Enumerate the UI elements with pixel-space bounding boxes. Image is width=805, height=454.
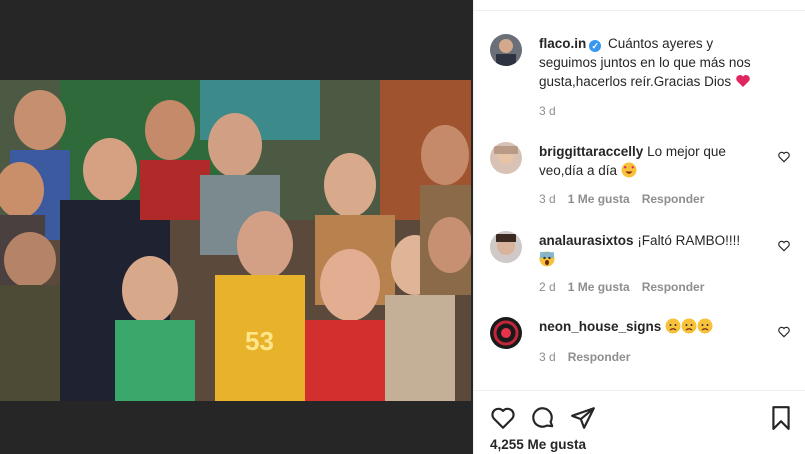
commenter-avatar[interactable] [490, 142, 522, 174]
media-pane: 53 [0, 0, 473, 454]
red-heart-icon [736, 75, 750, 87]
comment-like-icon[interactable] [777, 239, 791, 253]
comment-text: briggittaraccelly Lo mejor que veo,día a… [539, 142, 763, 180]
heart-eyes-emoji-icon [621, 162, 637, 178]
comment-body: ¡Faltó RAMBO!!!! [637, 233, 741, 248]
sad-face-emoji-icon [697, 318, 713, 334]
author-avatar[interactable] [490, 34, 522, 66]
comment-bubble-icon[interactable] [530, 405, 556, 431]
author-username[interactable]: flaco.in [539, 36, 586, 51]
comment-meta: 2 d 1 Me gusta Responder [539, 280, 704, 294]
comment-item: analaurasixtos ¡Faltó RAMBO!!!! 2 d 1 Me … [490, 231, 791, 301]
comment-likes[interactable]: 1 Me gusta [568, 192, 630, 206]
comment-time: 3 d [539, 350, 556, 364]
commenter-avatar[interactable] [490, 317, 522, 349]
comment-text: neon_house_signs [539, 317, 763, 336]
likes-count[interactable]: 4,255 Me gusta [490, 437, 586, 452]
svg-text:53: 53 [245, 326, 274, 356]
comment-like-icon[interactable] [777, 325, 791, 339]
comment-like-icon[interactable] [777, 150, 791, 164]
heart-outline-icon[interactable] [490, 405, 516, 431]
screaming-face-emoji-icon [539, 251, 555, 267]
comment-time: 3 d [539, 192, 556, 206]
post-photo[interactable]: 53 [0, 80, 471, 401]
group-photo-image: 53 [0, 80, 471, 401]
caption-time: 3 d [539, 104, 556, 118]
comment-likes[interactable]: 1 Me gusta [568, 280, 630, 294]
comment-username[interactable]: analaurasixtos [539, 233, 634, 248]
divider [474, 10, 805, 11]
comment-item: neon_house_signs 3 d Responder [490, 317, 791, 377]
bookmark-icon[interactable] [768, 405, 794, 431]
sad-face-emoji-icon [665, 318, 681, 334]
reply-button[interactable]: Responder [568, 350, 631, 364]
reply-button[interactable]: Responder [642, 280, 705, 294]
comment-meta: 3 d Responder [539, 350, 630, 364]
comment-username[interactable]: neon_house_signs [539, 319, 661, 334]
post-sidebar: flaco.in ✓ Cuántos ayeres y seguimos junt… [473, 0, 805, 454]
sad-face-emoji-icon [681, 318, 697, 334]
action-bar: 4,255 Me gusta [474, 390, 805, 454]
post-caption: flaco.in ✓ Cuántos ayeres y seguimos junt… [490, 34, 791, 124]
reply-button[interactable]: Responder [642, 192, 705, 206]
comment-meta: 3 d 1 Me gusta Responder [539, 192, 704, 206]
verified-badge-icon: ✓ [589, 40, 602, 52]
commenter-avatar[interactable] [490, 231, 522, 263]
comment-item: briggittaraccelly Lo mejor que veo,día a… [490, 142, 791, 212]
paper-plane-icon[interactable] [570, 405, 596, 431]
caption-text: flaco.in ✓ Cuántos ayeres y seguimos junt… [539, 34, 763, 91]
comment-text: analaurasixtos ¡Faltó RAMBO!!!! [539, 231, 763, 269]
comment-username[interactable]: briggittaraccelly [539, 144, 643, 159]
comment-time: 2 d [539, 280, 556, 294]
